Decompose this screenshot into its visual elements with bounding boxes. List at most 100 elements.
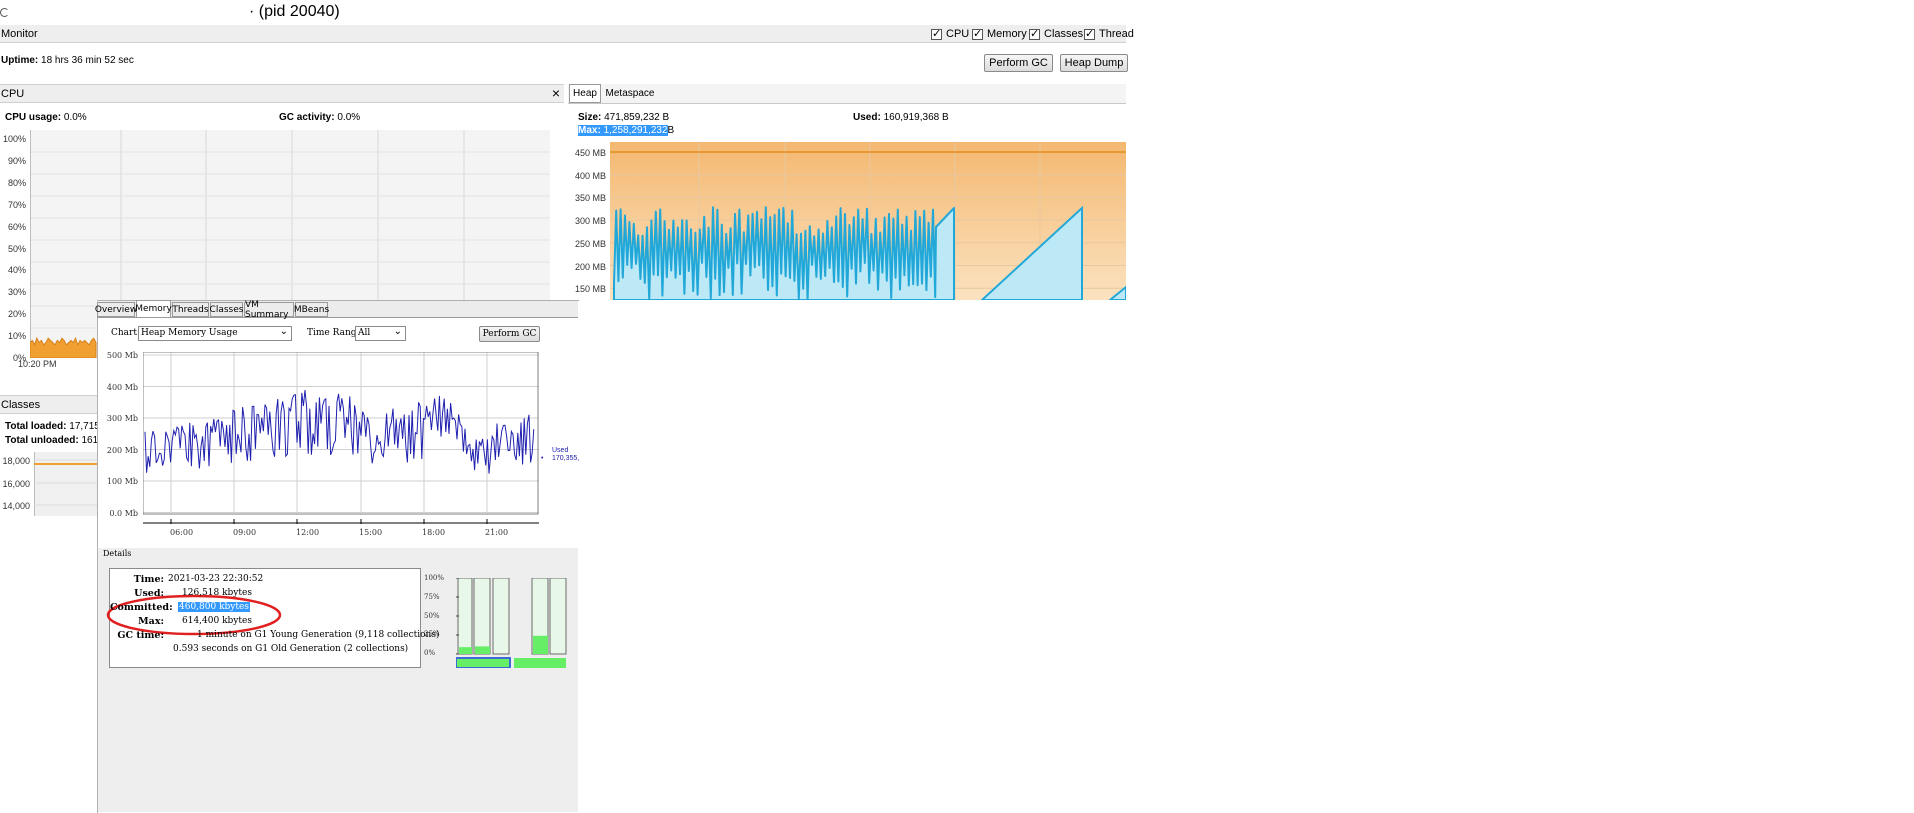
cpu-y-tick: 0% (12, 353, 26, 363)
cpu-panel-header: CPU × (0, 84, 564, 103)
heap-size: Size: 471,859,232 B (578, 112, 670, 123)
tab-metaspace[interactable]: Metaspace (602, 84, 658, 103)
heap-y-tick: 250 MB (574, 238, 606, 249)
memory-checkbox[interactable]: Memory (972, 27, 1027, 40)
time-range-value: All (358, 328, 371, 338)
cpu-y-tick: 100% (2, 134, 26, 144)
legend-marker: • (541, 455, 544, 462)
time-range-select[interactable]: All ⌄ (355, 326, 406, 341)
classes-loaded: Total loaded: 17,715 (5, 421, 100, 432)
heap-max-value: 1,258,291,232 (603, 125, 668, 136)
bar-y-tick: 25% (424, 630, 440, 639)
memory-legend: • Used 170,355, (541, 447, 579, 463)
detail-value: 460,800 kbytes (178, 602, 250, 612)
legend-label: Used (552, 447, 569, 454)
chevron-down-icon: ⌄ (279, 326, 288, 337)
bar-y-tick: 100% (424, 574, 445, 582)
memory-y-tick: 0.0 Mb (109, 508, 138, 518)
heap-y-tick: 450 MB (574, 148, 606, 158)
tab-mbeans[interactable]: MBeans (294, 302, 329, 317)
detail-value: 614,400 kbytes (182, 616, 252, 626)
memory-chart (143, 352, 539, 524)
detail-value: 126,518 kbytes (182, 588, 252, 598)
detail-value: 1 minute on G1 Young Generation (9,118 c… (197, 630, 440, 640)
window-title-text: · (pid 20040) (249, 3, 340, 20)
heap-y-tick: 300 MB (574, 216, 606, 227)
cpu-y-tick: 70% (7, 199, 26, 210)
classes-y-tick: 16,000 (2, 478, 30, 489)
memory-y-tick: 100 Mb (106, 477, 138, 486)
heap-used-value: 160,919,368 B (883, 112, 949, 123)
cpu-y-tick: 10% (7, 331, 26, 342)
gc-activity: GC activity: 0.0% (279, 112, 361, 123)
cpu-usage-value: 0.0% (63, 112, 87, 123)
window-title: · (pid 20040) (0, 2, 340, 22)
detail-value: 2021-03-23 22:30:52 (168, 574, 264, 584)
cpu-checkbox[interactable]: CPU (931, 27, 969, 40)
memory-x-tick: 12:00 (296, 528, 320, 537)
heap-chart (610, 142, 1126, 300)
detail-label: Max: (138, 616, 164, 627)
chart-select-value: Heap Memory Usage (141, 328, 238, 338)
heap-y-tick: 200 MB (574, 261, 606, 272)
uptime: Uptime: 18 hrs 36 min 52 sec (1, 55, 134, 66)
heap-y-tick: 400 MB (574, 170, 606, 181)
tab-overview[interactable]: Overview (95, 302, 137, 317)
bar-y-tick: 50% (424, 611, 440, 620)
memory-y-tick: 500 Mb (106, 351, 138, 360)
chart-select-label: Chart: (111, 328, 140, 338)
tab-threads[interactable]: Threads (172, 302, 209, 317)
tab-vm-summary[interactable]: VM Summary (244, 300, 294, 320)
cpu-usage-series (30, 336, 97, 358)
classes-y-tick: 18,000 (2, 456, 30, 466)
detail-label: Used: (134, 588, 164, 599)
memory-y-tick: 200 Mb (106, 445, 138, 455)
uptime-value: 18 hrs 36 min 52 sec (41, 55, 134, 66)
classes-panel-header: Classes (0, 395, 97, 414)
memory-x-tick: 18:00 (422, 528, 446, 537)
memory-x-tick: 15:00 (359, 528, 383, 537)
gc-activity-value: 0.0% (337, 112, 361, 123)
bar-y-tick: 75% (424, 592, 440, 601)
heap-y-tick: 350 MB (574, 193, 606, 204)
details-header: Details (103, 549, 132, 558)
tab-classes[interactable]: Classes (210, 302, 243, 317)
cpu-y-tick: 40% (7, 265, 26, 276)
jconsole-perform-gc-button[interactable]: Perform GC (479, 326, 540, 342)
threads-checkbox[interactable]: Thread (1084, 27, 1134, 40)
perform-gc-button[interactable]: Perform GC (984, 54, 1053, 72)
heap-size-value: 471,859,232 B (604, 112, 670, 123)
heap-max: Max: 1,258,291,232B (578, 125, 675, 136)
legend-value: 170,355, (552, 455, 580, 462)
memory-y-tick: 400 Mb (106, 382, 138, 392)
tab-heap[interactable]: Heap (569, 84, 601, 103)
heap-max-selection: Max: 1,258,291,232 (578, 125, 668, 136)
cpu-y-tick: 80% (7, 177, 26, 188)
cpu-y-tick: 90% (7, 155, 26, 166)
classes-unloaded-value: 161 (81, 435, 99, 446)
pool-bar-fill (475, 646, 490, 654)
uptime-label: Uptime: (1, 55, 39, 66)
monitor-header-label: Monitor (1, 28, 38, 40)
chart-select[interactable]: Heap Memory Usage ⌄ (138, 326, 292, 341)
cpu-y-tick: 50% (7, 243, 26, 254)
classes-y-tick: 14,000 (2, 501, 30, 511)
detail-label: GC time: (117, 630, 164, 641)
tab-memory[interactable]: Memory (135, 300, 172, 317)
detail-label: Time: (133, 574, 164, 585)
memory-pool-bars (456, 578, 567, 668)
pool-bar-fill (533, 635, 548, 654)
cpu-y-tick: 20% (7, 309, 26, 320)
close-icon[interactable]: × (552, 85, 560, 101)
refresh-icon (0, 7, 9, 17)
classes-checkbox[interactable]: Classes (1029, 27, 1083, 40)
cpu-y-tick: 30% (7, 287, 26, 298)
memory-y-tick: 300 Mb (106, 414, 138, 423)
cpu-usage: CPU usage: 0.0% (5, 112, 87, 123)
classes-unloaded: Total unloaded: 161 (5, 435, 99, 446)
heap-dump-button[interactable]: Heap Dump (1060, 54, 1128, 72)
cpu-panel-title: CPU (1, 88, 25, 100)
chevron-down-icon: ⌄ (393, 326, 402, 337)
heap-y-tick: 150 MB (574, 284, 606, 295)
bar-y-tick: 0% (424, 649, 436, 658)
